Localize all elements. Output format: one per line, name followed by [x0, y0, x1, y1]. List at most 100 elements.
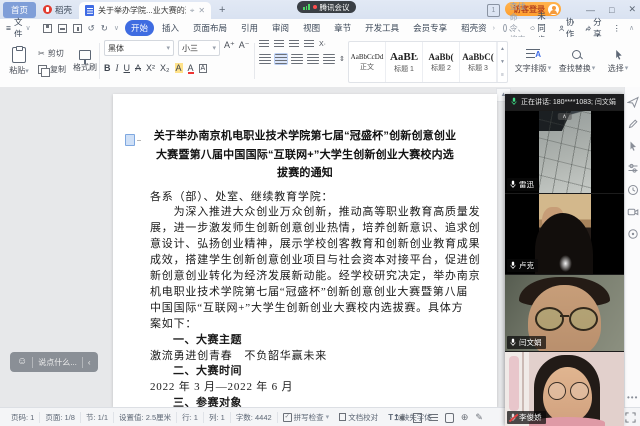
ribbon-tab-开始[interactable]: 开始 — [125, 20, 154, 36]
font-size-select[interactable]: 小三▾ — [178, 40, 220, 56]
highlight-icon[interactable]: A — [175, 63, 183, 73]
web-view-icon[interactable]: ⊕ — [461, 412, 469, 423]
align-right-icon[interactable] — [291, 54, 303, 64]
outline-view-icon[interactable] — [429, 414, 438, 422]
ribbon-tab-会员专享[interactable]: 会员专享 — [407, 20, 453, 36]
cursor-icon[interactable] — [627, 139, 639, 151]
find-replace-button[interactable]: 查找替换▾ — [556, 40, 598, 82]
write-mode-icon[interactable]: ✎ — [475, 412, 483, 423]
italic-button[interactable]: I — [116, 63, 119, 73]
save-icon[interactable] — [43, 24, 52, 33]
numbered-list-icon[interactable] — [274, 40, 284, 48]
print-icon[interactable] — [58, 24, 67, 33]
participant-tile-雷迅[interactable]: ∧雷迅 — [505, 110, 624, 193]
cut-button[interactable]: ✂剪切 — [38, 47, 66, 60]
status-item[interactable]: 行: 1 — [177, 412, 204, 423]
share-icon[interactable] — [627, 95, 639, 107]
undo-icon[interactable]: ↺ — [88, 23, 95, 34]
ribbon-tab-章节[interactable]: 章节 — [328, 20, 357, 36]
history-icon[interactable] — [627, 183, 639, 195]
char-border-icon[interactable]: A — [199, 64, 208, 73]
copy-button[interactable]: 复制 — [38, 63, 66, 76]
page-view-icon[interactable] — [413, 413, 422, 423]
eye-protect-icon[interactable]: ◉ — [398, 412, 406, 423]
style-more-icon[interactable]: ≡ — [501, 72, 504, 78]
status-item[interactable]: 节: 1/1 — [81, 412, 114, 423]
superscript-icon[interactable]: X² — [146, 63, 155, 73]
decrease-indent-icon[interactable] — [289, 40, 299, 48]
ribbon-tab-引用[interactable]: 引用 — [235, 20, 264, 36]
ribbon-tab-开发工具[interactable]: 开发工具 — [359, 20, 405, 36]
font-color-icon[interactable]: A — [188, 63, 194, 73]
strikethrough-icon[interactable]: A — [135, 63, 141, 73]
increase-indent-icon[interactable] — [304, 40, 314, 48]
ribbon-tab-插入[interactable]: 插入 — [156, 20, 185, 36]
target-icon[interactable] — [627, 227, 639, 239]
status-item[interactable]: 页码: 1 — [6, 412, 40, 423]
comment-indicator[interactable] — [125, 134, 141, 146]
new-tab-button[interactable]: + — [219, 4, 225, 16]
redo-icon[interactable]: ↻ — [101, 23, 108, 34]
shrink-font-icon[interactable]: A⁻ — [239, 40, 250, 56]
subscript-icon[interactable]: X₂ — [160, 63, 170, 73]
ribbon-tab-视图[interactable]: 视图 — [297, 20, 326, 36]
participant-tile-卢克[interactable]: 卢克 — [505, 193, 624, 274]
adjust-icon[interactable] — [627, 161, 639, 173]
align-distribute-icon[interactable] — [323, 54, 335, 64]
style-标题 1[interactable]: AaBĿ标题 1 — [386, 42, 423, 82]
meeting-panel[interactable]: 正在讲话: 180****1083; 闫文娟 ∧雷迅卢克闫文娟李俊娇 — [505, 94, 624, 426]
status-item[interactable]: 列: 1 — [204, 412, 231, 423]
camera-icon[interactable] — [627, 205, 639, 217]
pin-icon[interactable]: ⌖ — [190, 7, 195, 15]
collapse-ribbon-icon[interactable]: ∧ — [629, 24, 634, 32]
cjk-layout-icon[interactable]: X· — [319, 41, 326, 48]
tab-docer[interactable]: 稻壳 — [36, 2, 79, 18]
align-center-icon[interactable] — [275, 54, 287, 64]
grow-font-icon[interactable]: A⁺ — [224, 40, 235, 56]
doc-proof-button[interactable]: 文档校对 — [334, 412, 383, 423]
close-tab-icon[interactable]: ✕ — [198, 7, 205, 15]
meeting-chat-bar[interactable]: ☺ 说点什么... ‹ — [10, 352, 98, 372]
collapse-panel-icon[interactable]: ∧ — [557, 113, 571, 120]
participant-tile-闫文娟[interactable]: 闫文娟 — [505, 274, 624, 351]
spell-check-button[interactable]: ✓ 拼写检查 ▾ — [278, 412, 335, 423]
tabs-overflow-icon[interactable]: › — [493, 25, 495, 32]
collapse-chat-icon[interactable]: ‹ — [88, 358, 91, 367]
paste-button[interactable]: 粘贴▾ — [4, 40, 34, 82]
style-up-icon[interactable]: ▲ — [500, 46, 505, 52]
status-item[interactable]: 字数: 4442 — [231, 412, 278, 423]
text-layout-button[interactable]: 文字排版▾ — [512, 40, 554, 82]
emoji-icon[interactable]: ☺ — [17, 357, 27, 367]
document-page[interactable]: 关于举办南京机电职业技术学院第七届“冠盛杯”创新创意创业大赛暨第八届中国国际“互… — [113, 94, 497, 407]
align-left-icon[interactable] — [259, 54, 271, 64]
pen-icon[interactable] — [627, 117, 639, 129]
style-gallery-arrows: ▲ ▼ ≡ — [497, 42, 507, 82]
font-name-select[interactable]: 黑体▾ — [104, 40, 174, 56]
underline-button[interactable]: U — [124, 63, 131, 73]
tab-document[interactable]: 关于举办学院...业大赛的通知 ⌖ ✕ — [79, 2, 211, 19]
participant-tile-李俊娇[interactable]: 李俊娇 — [505, 351, 624, 426]
window-switch-icon[interactable]: 1 — [487, 4, 500, 17]
meeting-badge[interactable]: 腾讯会议 — [297, 1, 356, 13]
style-标题 2[interactable]: AaBb(标题 2 — [423, 42, 460, 82]
status-item[interactable]: 设置值: 2.5厘米 — [114, 412, 177, 423]
line-spacing-icon[interactable]: ⇕ — [339, 55, 345, 63]
format-painter-button[interactable]: 格式刷 — [70, 40, 100, 82]
style-标题 3[interactable]: AaBbC(标题 3 — [460, 42, 497, 82]
ribbon-tab-审阅[interactable]: 审阅 — [266, 20, 295, 36]
bullet-list-icon[interactable] — [259, 40, 269, 48]
style-down-icon[interactable]: ▼ — [500, 59, 505, 65]
qat-chevron-icon[interactable]: ∨ — [114, 24, 119, 32]
fit-page-icon[interactable] — [625, 412, 636, 423]
select-button[interactable]: 选择▾ — [600, 40, 636, 82]
more-menu-icon[interactable]: ⋮ — [613, 23, 622, 34]
export-icon[interactable] — [73, 24, 82, 33]
more-tools-icon[interactable]: ••• — [627, 393, 638, 402]
read-view-icon[interactable] — [445, 413, 454, 423]
align-justify-icon[interactable] — [307, 54, 319, 64]
ribbon-tab-稻壳资[interactable]: 稻壳资 — [455, 20, 493, 36]
style-正文[interactable]: AaBbCcDd正文 — [349, 42, 386, 82]
bold-button[interactable]: B — [104, 63, 111, 73]
status-item[interactable]: 页面: 1/8 — [40, 412, 81, 423]
ribbon-tab-页面布局[interactable]: 页面布局 — [187, 20, 233, 36]
